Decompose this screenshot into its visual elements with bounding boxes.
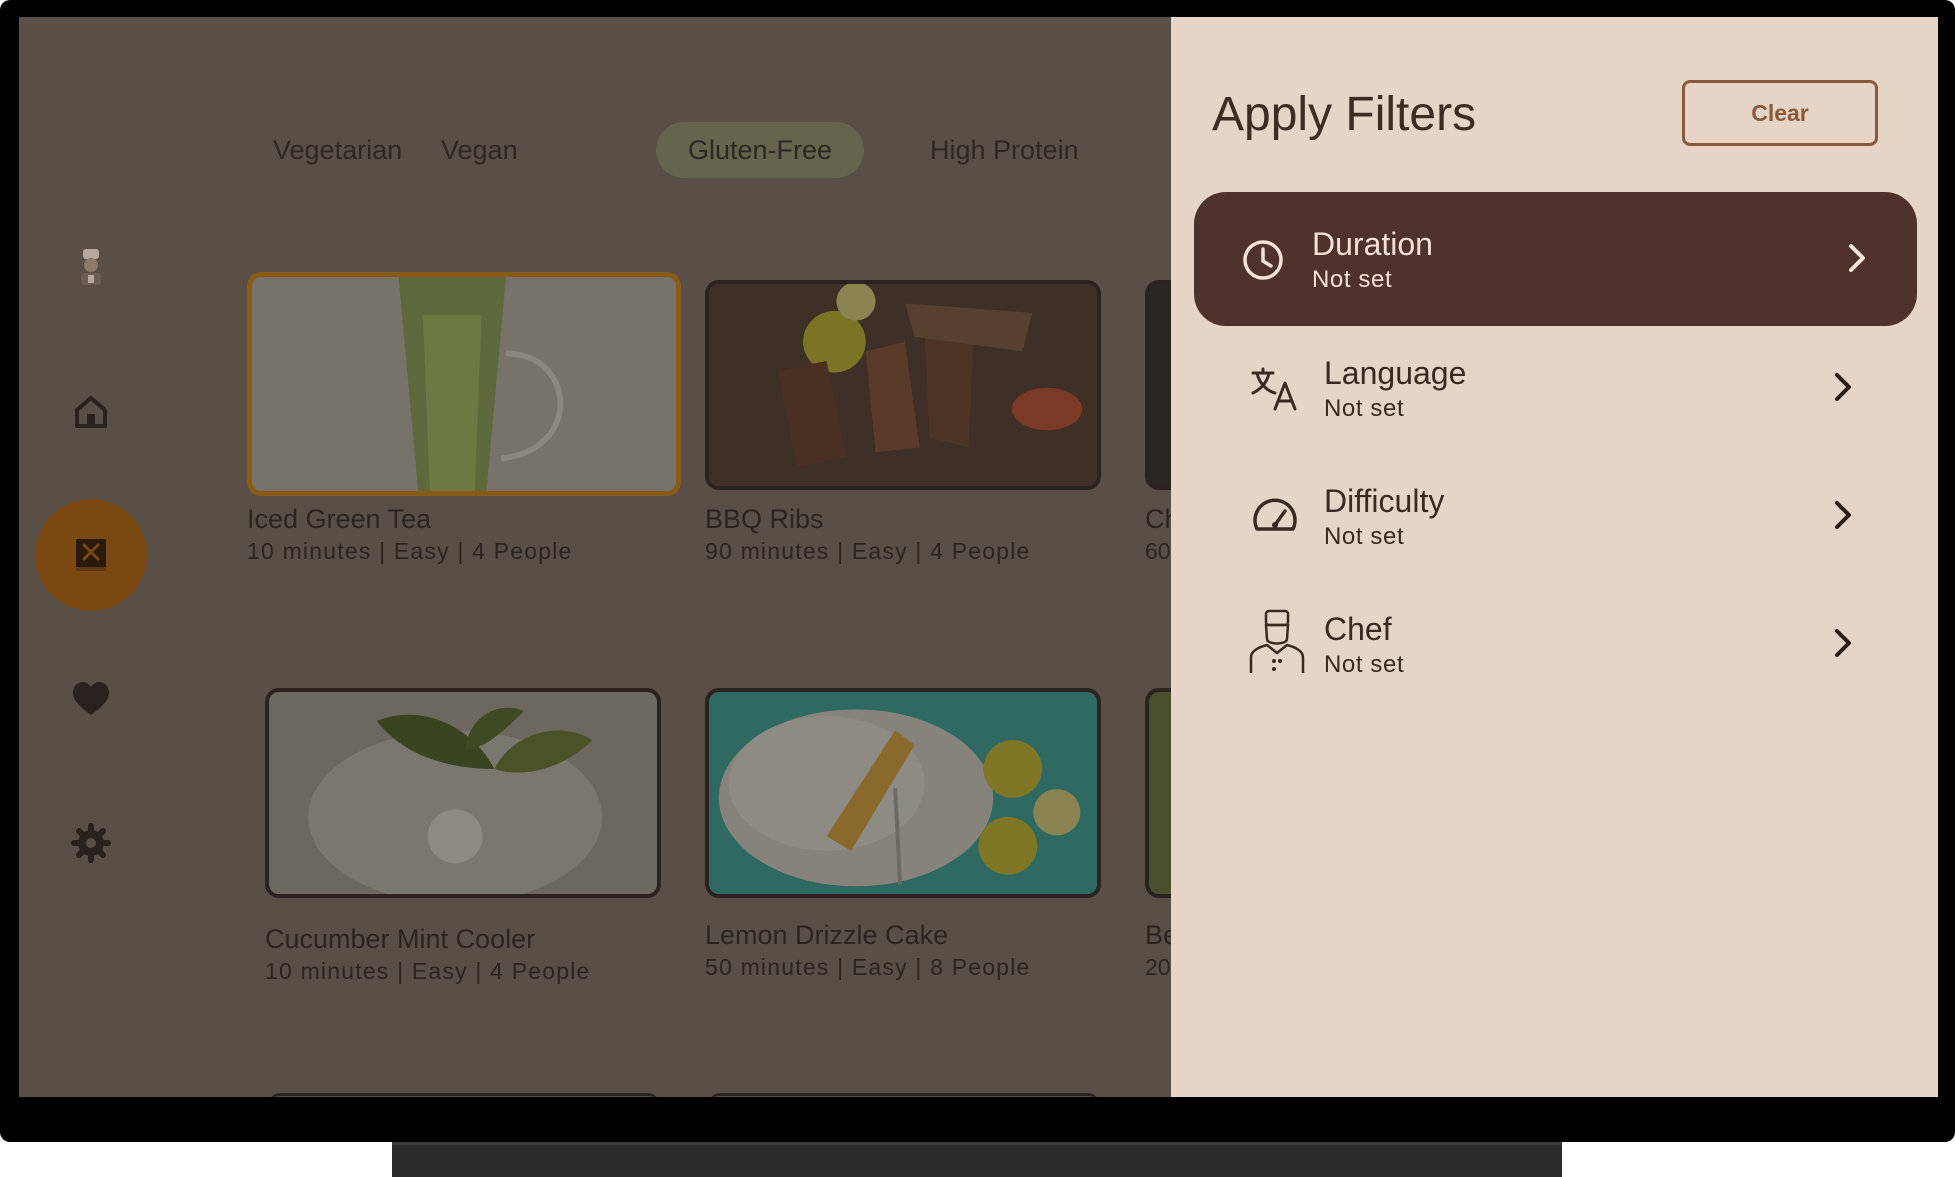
recipe-card-peek[interactable]: Ch 60 [1145,280,1171,580]
recipe-title: Ch [1145,504,1171,534]
chevron-right-icon [1835,629,1851,657]
filter-label: Duration [1312,226,1433,262]
chevron-right-icon [1835,373,1851,401]
filter-value: Not set [1312,266,1393,293]
filter-label: Difficulty [1324,483,1445,519]
gear-icon [71,823,111,863]
tab-gluten-free[interactable]: Gluten-Free [656,122,865,178]
tv-frame: Vegetarian Vegan Gluten-Free High Protei… [0,0,1955,1142]
filter-difficulty[interactable]: Difficulty Not set [1194,449,1917,583]
chef-icon [1249,609,1305,673]
recipe-meta: 10 minutes | Easy | 4 People [247,538,573,564]
nav-favorites[interactable] [35,643,147,755]
filter-label: Chef [1324,611,1392,647]
home-icon [75,396,107,428]
recipe-card-hint [709,1093,1099,1097]
recipe-card-hint [269,1093,659,1097]
screen: Vegetarian Vegan Gluten-Free High Protei… [19,17,1938,1097]
recipe-title: Be [1145,920,1171,950]
recipe-meta: 10 minutes | Easy | 4 People [265,958,591,984]
panel-title: Apply Filters [1212,88,1477,141]
nav-recipes[interactable] [35,499,147,611]
recipe-thumbnail [1145,688,1171,898]
recipe-title: Lemon Drizzle Cake [705,920,949,950]
nav-home[interactable] [35,356,147,468]
chef-avatar-icon [81,249,101,285]
filter-language[interactable]: Language Not set [1194,321,1917,455]
filter-label: Language [1324,355,1467,391]
nav-settings[interactable] [35,787,147,899]
filter-duration[interactable]: Duration Not set [1194,192,1917,326]
recipe-thumbnail [1145,280,1171,490]
filter-value: Not set [1324,651,1405,678]
recipe-thumbnail [247,272,681,496]
filters-panel: Apply Filters Clear Duration Not set Lan… [1171,17,1938,1097]
clock-icon [1243,240,1283,280]
speedometer-icon [1253,498,1297,531]
tv-stand [392,1142,1562,1177]
recipe-card-peek[interactable]: Be 20 [1145,688,1171,988]
recipe-meta: 90 minutes | Easy | 4 People [705,538,1031,564]
recipe-meta: 20 [1145,954,1171,980]
chef-avatar[interactable] [35,211,147,323]
filter-chef[interactable]: Chef Not set [1194,577,1917,711]
filter-value: Not set [1324,523,1405,550]
recipe-title: Cucumber Mint Cooler [265,924,536,954]
tab-vegetarian[interactable]: Vegetarian [241,122,434,178]
chevron-right-icon [1849,244,1865,272]
chevron-right-icon [1835,501,1851,529]
recipe-thumbnail [705,280,1101,490]
recipe-book-icon [76,539,106,571]
filter-value: Not set [1324,395,1405,422]
recipe-title: BBQ Ribs [705,504,824,534]
translate-icon [1251,367,1297,411]
recipe-thumbnail [705,688,1101,898]
clear-button[interactable]: Clear [1682,80,1878,146]
recipe-thumbnail [265,688,661,898]
recipe-meta: 60 [1145,538,1171,564]
tab-vegan[interactable]: Vegan [409,122,550,178]
recipe-title: Iced Green Tea [247,504,432,534]
recipe-meta: 50 minutes | Easy | 8 People [705,954,1031,980]
tab-high-protein[interactable]: High Protein [898,122,1111,178]
heart-icon [73,682,109,715]
